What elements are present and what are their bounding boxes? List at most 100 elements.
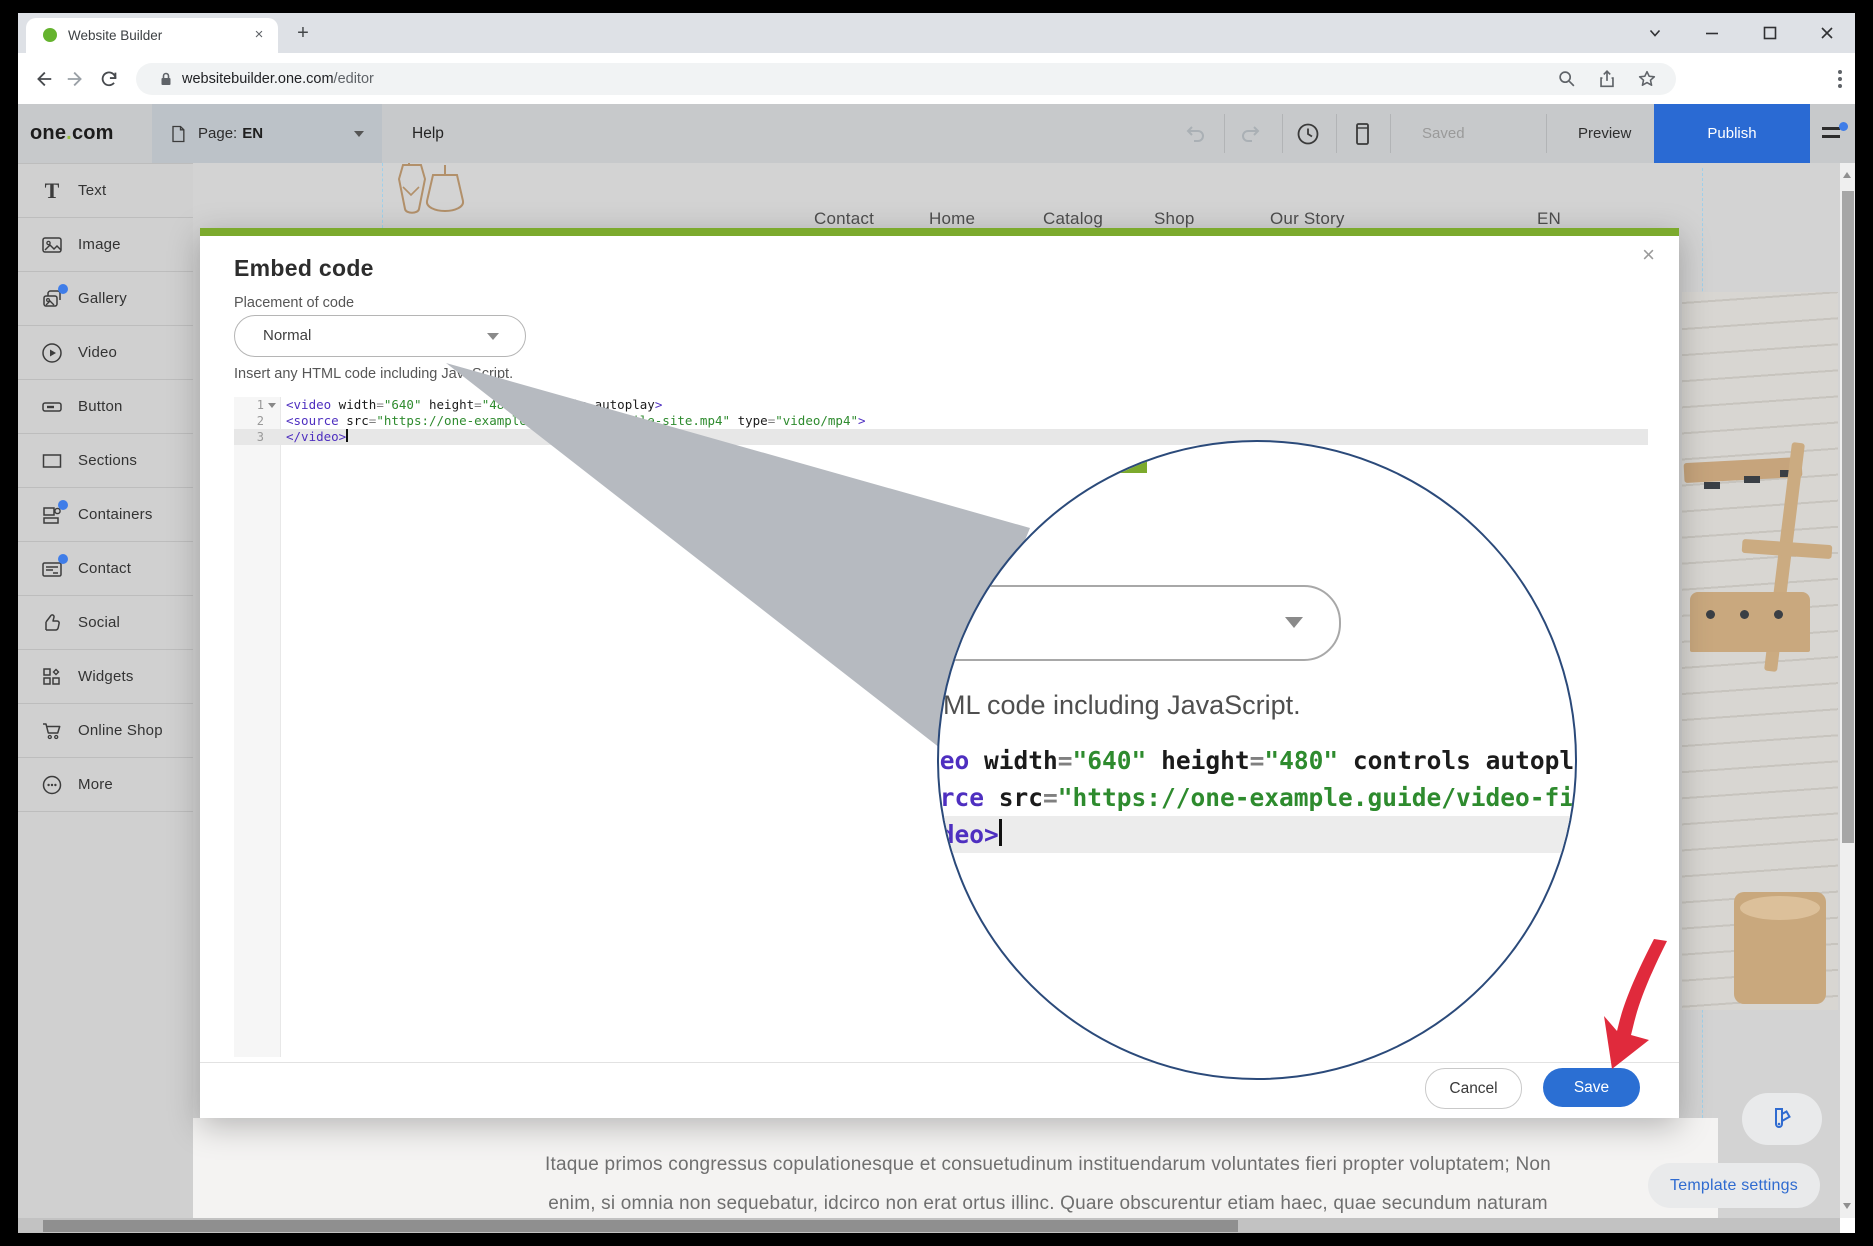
notification-dot xyxy=(58,554,68,564)
url-text: websitebuilder.one.com/editor xyxy=(182,63,374,95)
lock-icon xyxy=(158,71,174,87)
tab-strip: Website Builder × + xyxy=(18,13,1855,53)
tab-search-chevron-icon[interactable] xyxy=(1643,21,1667,45)
site-body-text-line2: enim, si omnia non sequebatur, idcirco n… xyxy=(398,1193,1698,1215)
redo-icon[interactable] xyxy=(1239,121,1265,147)
mobile-preview-icon[interactable] xyxy=(1349,121,1375,147)
site-photo-brick-wall xyxy=(1682,292,1838,1010)
sidebar-item-widgets[interactable]: Widgets xyxy=(18,650,193,704)
modal-footer-divider xyxy=(200,1062,1679,1063)
zoom-search-icon[interactable] xyxy=(1556,68,1578,90)
site-page-section: Itaque primos congressus copulationesque… xyxy=(193,1118,1718,1218)
text-cursor xyxy=(999,819,1002,846)
help-button[interactable]: Help xyxy=(412,104,444,163)
url-omnibox[interactable]: websitebuilder.one.com/editor xyxy=(136,63,1676,95)
vertical-scrollbar[interactable] xyxy=(1840,163,1855,1218)
sidebar-item-gallery[interactable]: Gallery xyxy=(18,272,193,326)
magnifier-circle: e ML code including JavaScript. deo widt… xyxy=(937,440,1577,1080)
magnified-accent-bar xyxy=(953,456,1147,473)
site-nav-our-story[interactable]: Our Story xyxy=(1270,209,1345,229)
fold-icon[interactable] xyxy=(264,397,280,413)
containers-icon xyxy=(40,503,64,527)
magnified-code-line-2: urce src="https://one-example.guide/vide… xyxy=(937,779,1577,816)
notification-dot xyxy=(1839,122,1848,131)
new-tab-button[interactable]: + xyxy=(290,20,316,46)
tab-close-icon[interactable]: × xyxy=(250,26,268,44)
template-settings-button[interactable]: Template settings xyxy=(1648,1163,1820,1208)
url-path: /editor xyxy=(334,71,374,87)
page-selector-label: Page: xyxy=(198,125,237,142)
sidebar-item-more[interactable]: More xyxy=(18,758,193,812)
site-body-text-line1: Itaque primos congressus copulationesque… xyxy=(398,1154,1698,1176)
code-line-2[interactable]: 2 <source src="https://one-example.guide… xyxy=(234,413,1648,429)
sidebar-item-online-shop[interactable]: Online Shop xyxy=(18,704,193,758)
preview-button[interactable]: Preview xyxy=(1578,104,1631,163)
thumbs-up-icon xyxy=(40,611,64,635)
save-button[interactable]: Save xyxy=(1543,1068,1640,1107)
forward-icon[interactable] xyxy=(63,66,89,92)
magnified-partial-text: e xyxy=(994,524,1011,558)
site-nav-catalog[interactable]: Catalog xyxy=(1043,209,1103,229)
browser-menu-kebab-icon[interactable] xyxy=(1830,67,1850,91)
modal-close-icon[interactable]: × xyxy=(1642,244,1655,266)
code-line-3[interactable]: 3 </video> xyxy=(234,429,1648,445)
scroll-down-icon[interactable] xyxy=(1843,1203,1851,1209)
sidebar-item-sections[interactable]: Sections xyxy=(18,434,193,488)
chevron-down-icon xyxy=(354,131,364,137)
minimize-icon[interactable] xyxy=(1700,21,1724,45)
url-bar-row: websitebuilder.one.com/editor xyxy=(18,53,1855,104)
cancel-button[interactable]: Cancel xyxy=(1425,1068,1522,1109)
palette-swatch-icon xyxy=(1767,1104,1797,1134)
template-style-button[interactable] xyxy=(1742,1093,1822,1145)
image-icon xyxy=(40,233,64,257)
modal-title: Embed code xyxy=(234,255,374,282)
sidebar-item-contact[interactable]: Contact xyxy=(18,542,193,596)
text-icon: T xyxy=(40,179,64,203)
sidebar-item-text[interactable]: T Text xyxy=(18,163,193,218)
modal-accent-bar xyxy=(200,228,1679,236)
sidebar-item-image[interactable]: Image xyxy=(18,218,193,272)
publish-button[interactable]: Publish xyxy=(1654,104,1810,163)
sections-icon xyxy=(40,449,64,473)
code-line-1[interactable]: 1 <video width="640" height="480" contro… xyxy=(234,397,1648,413)
vertical-scroll-thumb[interactable] xyxy=(1842,191,1854,843)
template-guide-left xyxy=(382,163,383,228)
sidebar-item-containers[interactable]: Containers xyxy=(18,488,193,542)
screenshot-frame: Website Builder × + we xyxy=(0,0,1873,1246)
horizontal-scroll-thumb[interactable] xyxy=(43,1220,1238,1232)
reload-icon[interactable] xyxy=(96,66,122,92)
browser-tab[interactable]: Website Builder × xyxy=(26,18,278,53)
magnified-hint: ML code including JavaScript. xyxy=(943,690,1301,721)
close-window-icon[interactable] xyxy=(1815,21,1839,45)
magnified-code-line-3: ideo> xyxy=(937,816,1577,853)
scroll-up-icon[interactable] xyxy=(1843,172,1851,178)
sidebar-item-video[interactable]: Video xyxy=(18,326,193,380)
placement-label: Placement of code xyxy=(234,295,354,311)
sidebar-item-button[interactable]: Button xyxy=(18,380,193,434)
magnified-dropdown xyxy=(937,585,1341,661)
horizontal-scrollbar[interactable] xyxy=(18,1218,1840,1233)
site-nav-contact[interactable]: Contact xyxy=(814,209,874,229)
site-nav-shop[interactable]: Shop xyxy=(1154,209,1195,229)
bookmark-star-icon[interactable] xyxy=(1636,68,1658,90)
placement-value: Normal xyxy=(263,316,311,356)
site-nav-home[interactable]: Home xyxy=(929,209,975,229)
site-nav-language[interactable]: EN xyxy=(1537,209,1561,229)
undo-icon[interactable] xyxy=(1181,121,1207,147)
history-clock-icon[interactable] xyxy=(1295,121,1321,147)
sidebar-item-social[interactable]: Social xyxy=(18,596,193,650)
element-sidebar: T Text Image Gallery Video Bu xyxy=(18,163,193,1218)
editor-menu-icon[interactable] xyxy=(1820,121,1848,147)
page-selector[interactable]: Page: EN xyxy=(152,104,382,163)
placement-dropdown[interactable]: Normal xyxy=(234,315,526,357)
shopping-cart-icon xyxy=(40,719,64,743)
contact-icon xyxy=(40,557,64,581)
tab-title: Website Builder xyxy=(68,18,162,53)
share-icon[interactable] xyxy=(1596,68,1618,90)
chevron-down-icon xyxy=(487,333,499,340)
magnified-code-line-1: deo width="640" height="480" controls au… xyxy=(937,742,1577,779)
embed-hint: Insert any HTML code including JavaScrip… xyxy=(234,366,513,382)
chevron-down-icon xyxy=(1285,617,1303,628)
back-icon[interactable] xyxy=(30,66,56,92)
maximize-icon[interactable] xyxy=(1758,21,1782,45)
